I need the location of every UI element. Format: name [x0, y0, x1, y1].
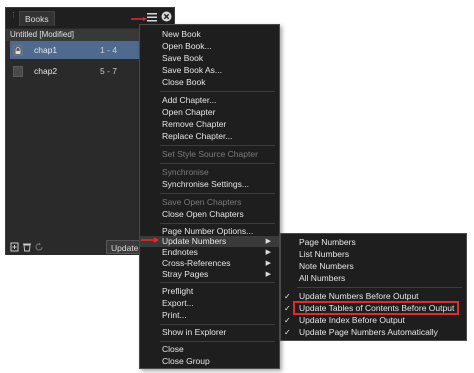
menu-item-label: Close Open Chapters: [162, 209, 244, 219]
checkmark-icon: ✓: [284, 292, 291, 301]
menu-item-label: Page Numbers: [299, 237, 356, 247]
menu-item-label: Preflight: [162, 286, 194, 296]
menu-separator: [297, 287, 462, 288]
menu-item-label: Replace Chapter...: [162, 131, 233, 141]
menu-item-update-numbers[interactable]: Update Numbers ▶: [140, 236, 279, 247]
menu-item-new-book[interactable]: New Book: [140, 29, 279, 40]
submenu-item-update-index-before-output[interactable]: ✓ Update Index Before Output: [281, 315, 466, 326]
chapter-name: chap1: [34, 45, 58, 55]
menu-item-label: Show in Explorer: [162, 327, 227, 337]
menu-separator: [160, 324, 275, 325]
menu-item-label: Note Numbers: [299, 261, 354, 271]
menu-item-label: Export...: [162, 298, 194, 308]
menu-item-label: Open Book...: [162, 41, 212, 51]
menu-item-label: Endnotes: [162, 247, 198, 257]
books-panel-menu: New Book Open Book... Save Book Save Boo…: [139, 24, 280, 369]
menu-item-label: Save Open Chapters: [162, 197, 242, 207]
menu-item-close-group[interactable]: Close Group: [140, 356, 279, 367]
menu-item-label: Synchronise: [162, 167, 209, 177]
menu-item-add-chapter[interactable]: Add Chapter...: [140, 95, 279, 106]
menu-item-close-open-chapters[interactable]: Close Open Chapters: [140, 209, 279, 220]
menu-item-set-style-source-chapter: Set Style Source Chapter: [140, 149, 279, 160]
refresh-icon[interactable]: [34, 242, 44, 252]
menu-item-label: Update Index Before Output: [299, 315, 405, 325]
menu-separator: [160, 163, 275, 164]
submenu-item-all-numbers[interactable]: All Numbers: [281, 273, 466, 284]
submenu-arrow-icon: ▶: [265, 271, 271, 278]
menu-separator: [160, 145, 275, 146]
drag-grip-icon[interactable]: ⋮⋮: [10, 12, 23, 23]
menu-item-label: Cross-References: [162, 258, 231, 268]
menu-separator: [160, 341, 275, 342]
submenu-arrow-icon: ▶: [265, 249, 271, 256]
menu-item-label: Remove Chapter: [162, 119, 227, 129]
menu-item-label: Set Style Source Chapter: [162, 149, 258, 159]
chapter-lock-icon: [13, 45, 23, 56]
menu-item-label: Save Book As...: [162, 65, 223, 75]
menu-separator: [160, 282, 275, 283]
close-icon[interactable]: [161, 11, 172, 22]
menu-item-export[interactable]: Export...: [140, 298, 279, 309]
menu-separator: [160, 193, 275, 194]
menu-item-close-book[interactable]: Close Book: [140, 77, 279, 88]
submenu-item-update-page-numbers-automatically[interactable]: ✓ Update Page Numbers Automatically: [281, 327, 466, 338]
menu-item-label: Update Numbers: [162, 236, 227, 246]
menu-item-open-book[interactable]: Open Book...: [140, 41, 279, 52]
chapter-thumbnail-icon: [13, 66, 23, 77]
trash-icon[interactable]: [22, 242, 32, 252]
submenu-item-list-numbers[interactable]: List Numbers: [281, 249, 466, 260]
submenu-item-note-numbers[interactable]: Note Numbers: [281, 261, 466, 272]
chapter-row[interactable]: chap1 1 - 4: [10, 41, 144, 59]
menu-separator: [160, 91, 275, 92]
update-numbers-submenu: Page Numbers List Numbers Note Numbers A…: [280, 233, 467, 341]
menu-item-label: Save Book: [162, 53, 204, 63]
menu-item-print[interactable]: Print...: [140, 310, 279, 321]
menu-item-stray-pages[interactable]: Stray Pages ▶: [140, 269, 279, 280]
menu-item-label: Synchronise Settings...: [162, 179, 249, 189]
tab-books[interactable]: Books: [19, 11, 55, 26]
menu-item-label: Close: [162, 344, 184, 354]
menu-separator: [160, 223, 275, 224]
menu-item-label: Print...: [162, 310, 187, 320]
update-numbers-button[interactable]: Update N: [106, 240, 142, 254]
menu-item-label: Stray Pages: [162, 269, 209, 279]
submenu-arrow-icon: ▶: [265, 260, 271, 267]
menu-item-save-book-as[interactable]: Save Book As...: [140, 65, 279, 76]
menu-item-label: New Book: [162, 29, 201, 39]
chapter-pages: 1 - 4: [100, 45, 118, 55]
annotation-arrow-icon: [131, 17, 147, 21]
menu-item-close[interactable]: Close: [140, 344, 279, 355]
hamburger-menu-icon[interactable]: [146, 11, 158, 23]
menu-item-synchronise-settings[interactable]: Synchronise Settings...: [140, 179, 279, 190]
annotation-arrow-icon: [141, 237, 159, 243]
chapter-pages: 5 - 7: [100, 66, 118, 76]
chapter-row[interactable]: chap2 5 - 7: [10, 62, 144, 80]
menu-item-replace-chapter[interactable]: Replace Chapter...: [140, 131, 279, 142]
checkmark-icon: ✓: [284, 316, 291, 325]
menu-item-label: Close Book: [162, 77, 206, 87]
menu-item-label: Add Chapter...: [162, 95, 217, 105]
annotation-highlight-box: [293, 301, 459, 315]
menu-item-label: Close Group: [162, 356, 210, 366]
checkmark-icon: ✓: [284, 328, 291, 337]
menu-item-preflight[interactable]: Preflight: [140, 286, 279, 297]
menu-item-remove-chapter[interactable]: Remove Chapter: [140, 119, 279, 130]
menu-item-endnotes[interactable]: Endnotes ▶: [140, 247, 279, 258]
submenu-arrow-icon: ▶: [265, 238, 271, 245]
menu-item-cross-references[interactable]: Cross-References ▶: [140, 258, 279, 269]
menu-item-save-book[interactable]: Save Book: [140, 53, 279, 64]
chapter-name: chap2: [34, 66, 58, 76]
add-chapter-icon[interactable]: [10, 242, 20, 252]
menu-item-save-open-chapters: Save Open Chapters: [140, 197, 279, 208]
menu-item-label: Open Chapter: [162, 107, 216, 117]
menu-item-label: Update Page Numbers Automatically: [299, 327, 438, 337]
menu-item-label: List Numbers: [299, 249, 350, 259]
menu-item-open-chapter[interactable]: Open Chapter: [140, 107, 279, 118]
submenu-item-page-numbers[interactable]: Page Numbers: [281, 237, 466, 248]
menu-item-show-in-explorer[interactable]: Show in Explorer: [140, 327, 279, 338]
checkmark-icon: ✓: [284, 304, 291, 313]
menu-item-label: All Numbers: [299, 273, 346, 283]
menu-item-synchronise: Synchronise: [140, 167, 279, 178]
